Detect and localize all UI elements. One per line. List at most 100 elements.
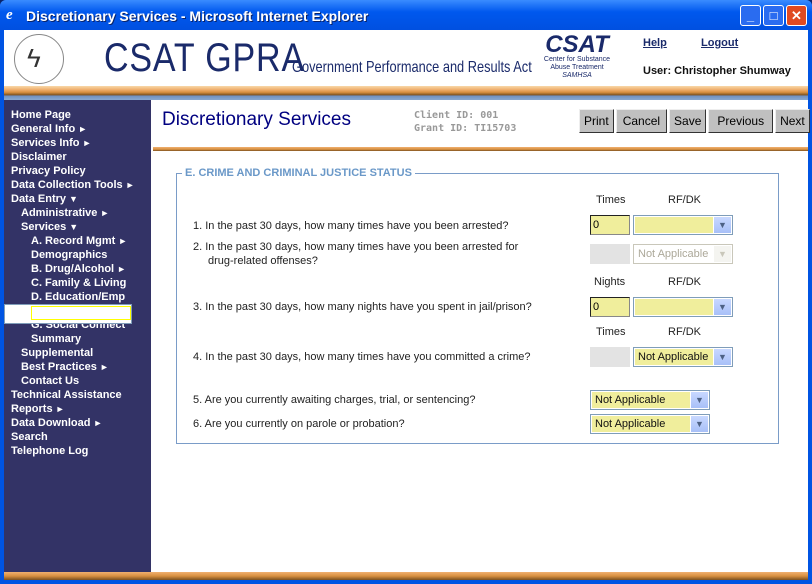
sidebar-item-home-page[interactable]: Home Page [4, 108, 151, 122]
times-header: Times [596, 326, 626, 338]
sidebar-item-label: Technical Assistance [11, 389, 122, 401]
q1-times-input[interactable]: 0 [590, 215, 630, 235]
sidebar-item-e-criminal-justice[interactable]: E. Criminal Justice [4, 304, 133, 324]
sidebar-item-administrative[interactable]: Administrative ► [4, 206, 151, 220]
sidebar-item-data-collection-tools[interactable]: Data Collection Tools ► [4, 178, 151, 192]
sidebar-item-label: Contact Us [21, 375, 80, 387]
sidebar-item-label: Administrative [21, 207, 98, 219]
sidebar-item-a-record-mgmt[interactable]: A. Record Mgmt ► [4, 234, 151, 248]
submenu-arrow-icon: ► [78, 124, 88, 134]
csat-logo: CSAT Center for Substance Abuse Treatmen… [543, 31, 611, 80]
sidebar-item-label: C. Family & Living [31, 277, 127, 289]
sidebar-item-c-family-living[interactable]: C. Family & Living [4, 276, 151, 290]
sidebar-item-telephone-log[interactable]: Telephone Log [4, 444, 151, 458]
q1-rfdk-select[interactable]: ▼ [633, 215, 733, 235]
submenu-arrow-icon: ► [118, 236, 128, 246]
next-button[interactable]: Next [775, 109, 810, 133]
brand-subtitle: Government Performance and Results Act [292, 59, 532, 76]
print-button[interactable]: Print [579, 109, 614, 133]
chevron-down-icon: ▼ [691, 392, 708, 408]
cancel-button[interactable]: Cancel [615, 109, 668, 133]
rfdk-header: RF/DK [668, 326, 701, 338]
rfdk-header: RF/DK [668, 194, 701, 206]
sidebar-item-label: E. Criminal Justice [30, 306, 132, 320]
ids: Client ID: 001 Grant ID: TI15703 [414, 109, 516, 135]
sidebar-item-label: A. Record Mgmt [31, 235, 116, 247]
brand-title: CSAT GPRA [104, 36, 305, 80]
sidebar-item-label: Data Download [11, 417, 91, 429]
sidebar-item-services[interactable]: Services ▼ [4, 220, 151, 234]
rfdk-header: RF/DK [668, 276, 701, 288]
chevron-down-icon: ▼ [714, 217, 731, 233]
submenu-arrow-icon: ► [99, 362, 109, 372]
save-button[interactable]: Save [669, 109, 707, 133]
sidebar-item-label: Summary [31, 333, 82, 345]
sidebar-item-demographics[interactable]: Demographics [4, 248, 151, 262]
sidebar-item-label: General Info [11, 123, 76, 135]
question-4: 4. In the past 30 days, how many times h… [193, 351, 531, 363]
sidebar-item-label: Services [21, 221, 67, 233]
sidebar-item-label: Home Page [11, 109, 71, 121]
sidebar-item-general-info[interactable]: General Info ► [4, 122, 151, 136]
page-content: ϟ CSAT GPRA Government Performance and R… [4, 30, 810, 580]
q3-rfdk-select[interactable]: ▼ [633, 297, 733, 317]
sidebar-item-d-education-emp[interactable]: D. Education/Emp [4, 290, 151, 304]
q2-rfdk-select[interactable]: Not Applicable ▼ [633, 244, 733, 264]
submenu-arrow-icon: ► [117, 264, 127, 274]
submenu-arrow-icon: ► [55, 404, 65, 414]
chevron-down-icon: ▼ [714, 246, 731, 262]
hhs-eagle-logo: ϟ [14, 34, 64, 84]
sidebar-item-services-info[interactable]: Services Info ► [4, 136, 151, 150]
expanded-arrow-icon: ▼ [69, 222, 79, 232]
sidebar-item-label: Search [11, 431, 48, 443]
sidebar-item-search[interactable]: Search [4, 430, 151, 444]
sidebar-item-label: Reports [11, 403, 53, 415]
grant-id: Grant ID: TI15703 [414, 123, 517, 134]
content-divider [153, 147, 808, 151]
times-header: Times [596, 194, 626, 206]
submenu-arrow-icon: ► [125, 180, 135, 190]
sidebar-item-label: D. Education/Emp [31, 291, 126, 303]
submenu-arrow-icon: ► [93, 418, 103, 428]
sidebar-item-summary[interactable]: Summary [4, 332, 151, 346]
ie-icon: e [6, 7, 13, 23]
help-link[interactable]: Help [643, 37, 667, 49]
sidebar-item-label: Telephone Log [11, 445, 89, 457]
minimize-button[interactable]: _ [740, 5, 761, 26]
sidebar-item-supplemental[interactable]: Supplemental [4, 346, 151, 360]
chevron-down-icon: ▼ [691, 416, 708, 432]
logout-link[interactable]: Logout [701, 37, 738, 49]
sidebar-item-data-entry[interactable]: Data Entry ▼ [4, 192, 151, 206]
toolbar: Print Cancel Save Previous Next [579, 109, 810, 133]
sidebar-item-label: Best Practices [21, 361, 97, 373]
sidebar-item-contact-us[interactable]: Contact Us [4, 374, 151, 388]
previous-button[interactable]: Previous [708, 109, 774, 133]
q4-rfdk-select[interactable]: Not Applicable ▼ [633, 347, 733, 367]
sidebar-item-reports[interactable]: Reports ► [4, 402, 151, 416]
q3-nights-input[interactable]: 0 [590, 297, 630, 317]
q4-times-input[interactable] [590, 347, 630, 367]
sidebar-item-data-download[interactable]: Data Download ► [4, 416, 151, 430]
sidebar-item-disclaimer[interactable]: Disclaimer [4, 150, 151, 164]
sidebar-item-privacy-policy[interactable]: Privacy Policy [4, 164, 151, 178]
sidebar-item-best-practices[interactable]: Best Practices ► [4, 360, 151, 374]
section-title: E. CRIME AND CRIMINAL JUSTICE STATUS [182, 167, 415, 179]
question-2: 2. In the past 30 days, how many times h… [193, 241, 519, 267]
sidebar-item-b-drug-alcohol[interactable]: B. Drug/Alcohol ► [4, 262, 151, 276]
question-5: 5. Are you currently awaiting charges, t… [193, 394, 476, 406]
client-id: Client ID: 001 [414, 110, 499, 121]
q6-select[interactable]: Not Applicable ▼ [590, 414, 710, 434]
crime-section: E. CRIME AND CRIMINAL JUSTICE STATUS Tim… [176, 167, 779, 444]
sidebar-item-label: Data Collection Tools [11, 179, 123, 191]
submenu-arrow-icon: ► [100, 208, 110, 218]
submenu-arrow-icon: ► [82, 138, 92, 148]
question-6: 6. Are you currently on parole or probat… [193, 418, 405, 430]
sidebar-item-technical-assistance[interactable]: Technical Assistance [4, 388, 151, 402]
nights-header: Nights [594, 276, 626, 288]
browser-window: e Discretionary Services - Microsoft Int… [0, 0, 812, 584]
q2-times-input[interactable] [590, 244, 630, 264]
question-1: 1. In the past 30 days, how many times h… [193, 220, 509, 232]
close-button[interactable]: ✕ [786, 5, 807, 26]
maximize-button[interactable]: □ [763, 5, 784, 26]
q5-select[interactable]: Not Applicable ▼ [590, 390, 710, 410]
